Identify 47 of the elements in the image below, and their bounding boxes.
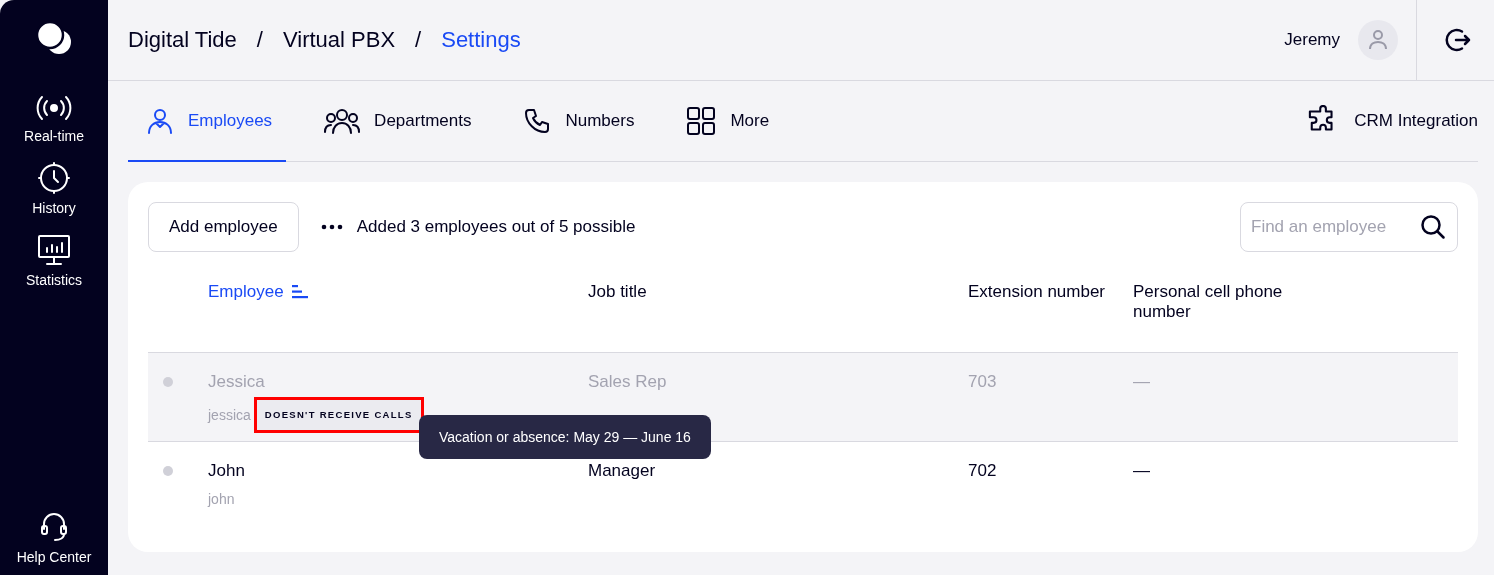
sidebar-item[interactable]: Real-time bbox=[24, 94, 84, 144]
breadcrumb-separator: / bbox=[256, 27, 263, 53]
column-header[interactable]: Extension number bbox=[968, 282, 1133, 302]
extension-cell: 703 bbox=[968, 372, 997, 391]
cell-phone-cell: — bbox=[1133, 372, 1150, 391]
employee-count-text: Added 3 employees out of 5 possible bbox=[356, 217, 636, 237]
tab[interactable]: Departments bbox=[306, 81, 486, 162]
monitor-chart-icon bbox=[37, 234, 71, 266]
employee-name: John bbox=[208, 461, 245, 481]
people-icon bbox=[324, 106, 361, 135]
more-options-icon[interactable] bbox=[320, 224, 343, 230]
column-header[interactable]: Personal cell phone number bbox=[1133, 282, 1333, 322]
sidebar-item[interactable]: History bbox=[32, 162, 76, 216]
employee-name: Jessica bbox=[208, 372, 265, 392]
phone-icon bbox=[523, 106, 552, 135]
sidebar-item[interactable]: Statistics bbox=[26, 234, 82, 288]
help-center-link[interactable]: Help Center bbox=[16, 511, 92, 565]
extension-cell: 702 bbox=[968, 461, 997, 480]
cell-phone-cell: — bbox=[1133, 461, 1150, 480]
column-header[interactable]: Employee bbox=[208, 282, 284, 302]
tab[interactable]: More bbox=[668, 81, 784, 162]
user-name: Jeremy bbox=[1284, 30, 1340, 50]
broadcast-icon bbox=[36, 94, 72, 122]
crm-integration-link[interactable]: CRM Integration bbox=[1290, 81, 1478, 162]
employee-login: john bbox=[208, 490, 235, 509]
status-dot bbox=[163, 377, 173, 387]
grid-icon bbox=[686, 105, 717, 136]
sort-icon[interactable] bbox=[291, 285, 308, 299]
breadcrumb-link[interactable]: Virtual PBX bbox=[282, 27, 396, 53]
search-icon bbox=[1420, 214, 1446, 240]
status-badge: DOESN'T RECEIVE CALLS bbox=[256, 400, 421, 430]
employee-login: jessica bbox=[208, 406, 251, 425]
breadcrumb-separator: / bbox=[415, 27, 422, 53]
breadcrumb-link[interactable]: Digital Tide bbox=[128, 27, 237, 53]
search-field[interactable]: Find an employee bbox=[1240, 202, 1458, 252]
tooltip: Vacation or absence: May 29 — June 16 bbox=[419, 415, 711, 459]
breadcrumb-link[interactable]: Settings bbox=[441, 27, 521, 53]
job-title-cell: Manager bbox=[588, 461, 656, 480]
job-title-cell: Sales Rep bbox=[588, 372, 667, 391]
column-header[interactable]: Job title bbox=[588, 282, 968, 302]
tab[interactable]: Numbers bbox=[505, 81, 649, 162]
person-icon bbox=[146, 106, 174, 135]
headset-icon bbox=[39, 511, 69, 543]
add-employee-button[interactable]: Add employee bbox=[148, 202, 299, 252]
status-dot bbox=[163, 466, 173, 476]
tab[interactable]: Employees bbox=[128, 81, 287, 162]
clock-icon bbox=[38, 162, 70, 194]
